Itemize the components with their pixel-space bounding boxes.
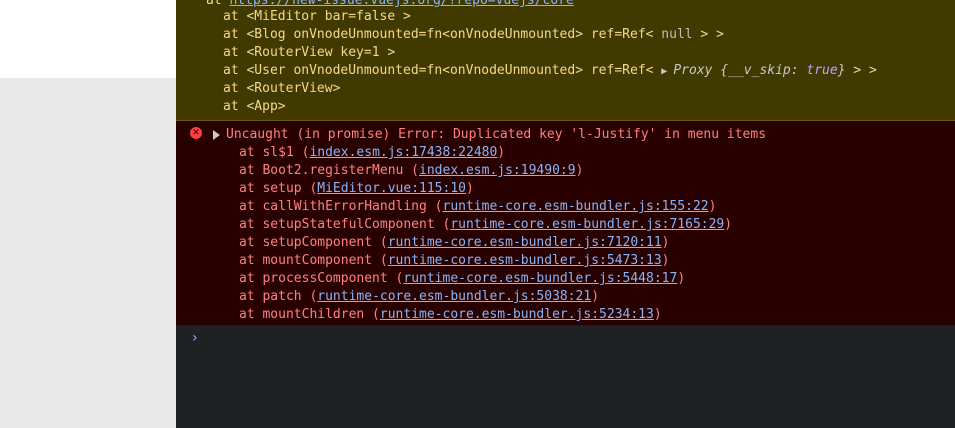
warning-trace-text: at <RouterView key=1 > xyxy=(223,45,396,60)
stack-frame: at mountChildren (runtime-core.esm-bundl… xyxy=(239,306,662,324)
stack-frame-function: at patch ( xyxy=(239,289,318,304)
stack-frame-end: ) xyxy=(661,253,670,268)
stack-frame-end: ) xyxy=(591,289,600,304)
proxy-value: true xyxy=(806,63,838,78)
warning-trace-line: at <MiEditor bar=false > xyxy=(223,8,411,26)
stack-frame-source-link[interactable]: runtime-core.esm-bundler.js:5473:13 xyxy=(388,253,662,268)
stack-frame-source-link[interactable]: MiEditor.vue:115:10 xyxy=(317,181,466,196)
stack-frame-end: ) xyxy=(708,199,717,214)
stack-frame-source-link[interactable]: index.esm.js:17438:22480 xyxy=(309,145,497,160)
warning-trace-line: at <RouterView> xyxy=(223,80,340,98)
stack-frame-function: at mountChildren ( xyxy=(239,307,380,322)
stack-frame-source-link[interactable]: runtime-core.esm-bundler.js:5234:13 xyxy=(380,307,654,322)
warning-trace-line: at <RouterView key=1 > xyxy=(223,44,395,62)
stack-frame-end: ) xyxy=(653,307,662,322)
page-gray-area xyxy=(0,78,176,428)
stack-frame-source-link[interactable]: runtime-core.esm-bundler.js:7165:29 xyxy=(450,217,724,232)
proxy-label[interactable]: Proxy xyxy=(673,63,712,78)
proxy-object-end: } xyxy=(837,63,846,78)
stack-frame-function: at setupStatefulComponent ( xyxy=(239,217,451,232)
stack-frame-function: at setup ( xyxy=(239,181,318,196)
expand-triangle-icon[interactable]: ▶ xyxy=(661,66,673,77)
stack-frame: at sl$1 (index.esm.js:17438:22480) xyxy=(239,144,505,162)
stack-frame-source-link[interactable]: runtime-core.esm-bundler.js:155:22 xyxy=(443,199,709,214)
stack-frame-function: at sl$1 ( xyxy=(239,145,310,160)
warning-trace-text: at <App> xyxy=(223,99,286,114)
stack-frame-end: ) xyxy=(661,235,670,250)
null-value: null xyxy=(661,27,693,42)
stack-frame-end: ) xyxy=(724,217,733,232)
stack-frame: at setupStatefulComponent (runtime-core.… xyxy=(239,216,732,234)
warning-message: at https://new-issue.vuejs.org/?repo=vue… xyxy=(176,0,955,121)
warning-trace-line: at <User onVnodeUnmounted=fn<onVnodeUnmo… xyxy=(223,62,877,80)
stack-frame: at mountComponent (runtime-core.esm-bund… xyxy=(239,252,669,270)
stack-frame: at setup (MiEditor.vue:115:10) xyxy=(239,180,474,198)
stack-frame-end: ) xyxy=(466,181,474,196)
stack-frame-end: ) xyxy=(677,271,686,286)
stack-frame-function: at processComponent ( xyxy=(239,271,404,286)
stack-frame-source-link[interactable]: runtime-core.esm-bundler.js:5038:21 xyxy=(317,289,591,304)
stack-frame: at processComponent (runtime-core.esm-bu… xyxy=(239,270,685,288)
stack-frame-source-link[interactable]: index.esm.js:19490:9 xyxy=(419,163,576,178)
warning-trace-text: at <Blog onVnodeUnmounted=fn<onVnodeUnmo… xyxy=(223,27,662,42)
warning-trace-text: at <MiEditor bar=false > xyxy=(223,9,411,24)
warning-trace-text: at <User onVnodeUnmounted=fn<onVnodeUnmo… xyxy=(223,63,662,78)
warning-trace-text: at <RouterView> xyxy=(223,81,341,96)
error-title[interactable]: Uncaught (in promise) Error: Duplicated … xyxy=(226,126,766,144)
stack-frame-function: at mountComponent ( xyxy=(239,253,388,268)
error-icon: ✕ xyxy=(190,127,202,139)
stack-frame-end: ) xyxy=(497,145,506,160)
warning-trace-end: > > xyxy=(845,63,877,78)
stack-frame: at patch (runtime-core.esm-bundler.js:50… xyxy=(239,288,599,306)
proxy-object: {__v_skip: xyxy=(712,63,807,78)
stack-frame: at setupComponent (runtime-core.esm-bund… xyxy=(239,234,669,252)
expand-triangle-icon[interactable] xyxy=(213,130,220,140)
stack-frame: at callWithErrorHandling (runtime-core.e… xyxy=(239,198,716,216)
stack-frame-source-link[interactable]: runtime-core.esm-bundler.js:5448:17 xyxy=(403,271,677,286)
warning-trace-end: > > xyxy=(692,27,724,42)
page-content-area xyxy=(0,0,176,78)
stack-frame-source-link[interactable]: runtime-core.esm-bundler.js:7120:11 xyxy=(388,235,662,250)
stack-frame-end: ) xyxy=(575,163,584,178)
stack-frame-function: at callWithErrorHandling ( xyxy=(239,199,443,214)
stack-frame-function: at Boot2.registerMenu ( xyxy=(239,163,420,178)
warning-issue-link[interactable]: https://new-issue.vuejs.org/?repo=vuejs/… xyxy=(229,0,573,8)
stack-frame: at Boot2.registerMenu (index.esm.js:1949… xyxy=(239,162,583,180)
devtools-console: at https://new-issue.vuejs.org/?repo=vue… xyxy=(176,0,955,428)
warning-trace-line: at <Blog onVnodeUnmounted=fn<onVnodeUnmo… xyxy=(223,26,724,44)
stack-frame-function: at setupComponent ( xyxy=(239,235,388,250)
console-prompt-icon[interactable]: › xyxy=(192,330,198,346)
warning-trace-line: at <App> xyxy=(223,98,286,116)
